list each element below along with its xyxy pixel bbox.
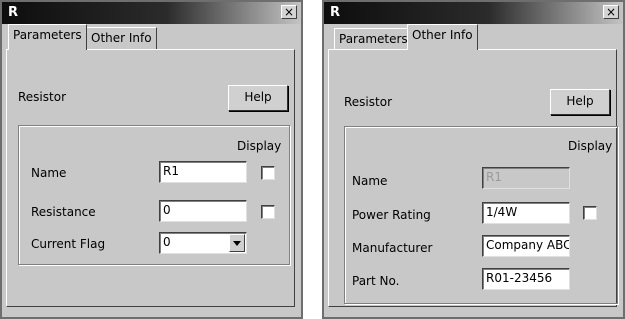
close-icon: ×: [283, 5, 295, 19]
tab-parameters[interactable]: Parameters: [334, 28, 413, 50]
resistance-display-checkbox[interactable]: [261, 205, 275, 219]
window-title: R: [8, 5, 19, 20]
help-button[interactable]: Help: [228, 85, 288, 111]
help-button[interactable]: Help: [550, 89, 610, 115]
dropdown-button[interactable]: [229, 234, 245, 252]
tab-label: Parameters: [13, 28, 82, 42]
resistance-label: Resistance: [31, 205, 96, 219]
tab-label: Parameters: [339, 32, 408, 46]
close-button[interactable]: ×: [603, 5, 619, 19]
manufacturer-field[interactable]: Company ABC: [482, 235, 570, 257]
name-field: R1: [482, 167, 570, 189]
part-number-label: Part No.: [352, 274, 400, 288]
power-rating-display-checkbox[interactable]: [583, 206, 597, 220]
power-rating-value: 1/4W: [486, 205, 518, 219]
name-value: R1: [163, 164, 179, 178]
manufacturer-value: Company ABC: [486, 238, 570, 252]
title-bar[interactable]: R ×: [2, 2, 301, 24]
section-label-resistor: Resistor: [344, 95, 392, 109]
close-icon: ×: [605, 5, 617, 19]
current-flag-label: Current Flag: [31, 237, 106, 251]
display-header: Display: [568, 139, 613, 153]
tab-other-info[interactable]: Other Info: [407, 24, 478, 50]
power-rating-field[interactable]: 1/4W: [482, 202, 570, 224]
resistance-field[interactable]: 0: [159, 200, 247, 222]
tab-other-info[interactable]: Other Info: [86, 27, 157, 49]
help-button-label: Help: [244, 90, 272, 104]
name-label: Name: [352, 174, 388, 188]
window-title: R: [330, 5, 341, 20]
manufacturer-label: Manufacturer: [352, 241, 433, 255]
part-number-field[interactable]: R01-23456: [482, 268, 570, 290]
title-bar[interactable]: R ×: [324, 2, 623, 24]
help-button-label: Help: [566, 94, 594, 108]
power-rating-label: Power Rating: [352, 208, 431, 222]
current-flag-value: 0: [163, 235, 171, 249]
tab-label: Other Info: [91, 31, 152, 45]
name-field[interactable]: R1: [159, 161, 247, 183]
tab-label: Other Info: [412, 28, 473, 42]
section-label-resistor: Resistor: [18, 90, 66, 104]
current-flag-select[interactable]: 0: [159, 232, 247, 254]
resistance-value: 0: [163, 203, 171, 217]
name-value: R1: [486, 170, 502, 184]
close-button[interactable]: ×: [281, 5, 297, 19]
tab-parameters[interactable]: Parameters: [8, 24, 87, 50]
display-header: Display: [237, 139, 282, 153]
resistor-dialog-parameters: R × Parameters Other Info Resistor Help …: [0, 0, 303, 319]
name-label: Name: [31, 166, 67, 180]
chevron-down-icon: [233, 241, 241, 246]
part-number-value: R01-23456: [486, 271, 553, 285]
resistor-dialog-other-info: R × Parameters Other Info Resistor Help …: [322, 0, 625, 319]
name-display-checkbox[interactable]: [261, 166, 275, 180]
